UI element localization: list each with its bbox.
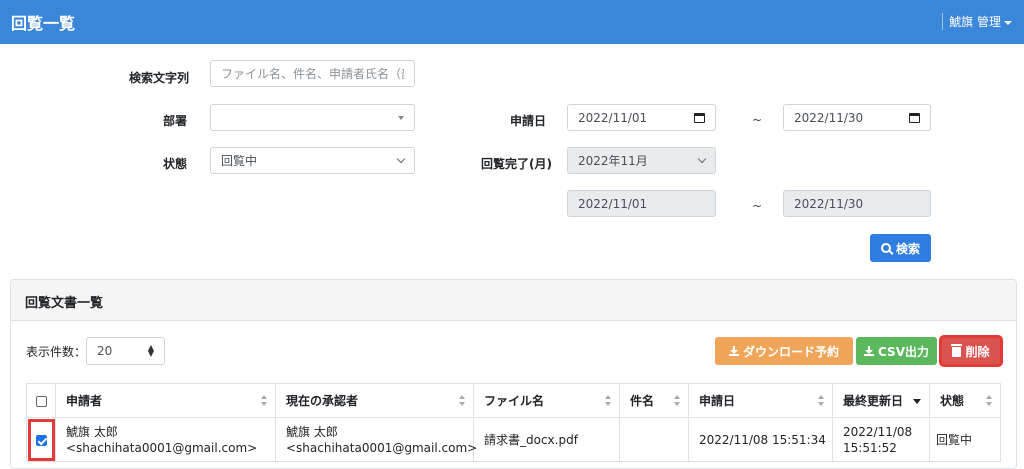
keyword-placeholder: ファイル名、件名、申請者氏名（部分: [221, 67, 404, 81]
table-row[interactable]: 鯱旗 太郎 <shachihata0001@gmail.com> 鯱旗 太郎 <…: [26, 417, 1001, 462]
file-cell[interactable]: 請求書_docx.pdf: [473, 417, 620, 462]
status-select[interactable]: 回覧中: [210, 147, 415, 174]
approver-email: <shachihata0001@gmail.com>: [286, 440, 478, 455]
table-header-row: 申請者 現在の承認者 ファイル名 件名 申請日 最終更新日 状態: [26, 383, 1001, 418]
column-header-subject[interactable]: 件名: [619, 383, 689, 418]
select-all-cell: [26, 383, 56, 418]
document-table: 申請者 現在の承認者 ファイル名 件名 申請日 最終更新日 状態 鯱旗 太郎 <…: [26, 383, 1001, 462]
complete-month-label: 回覧完了(月): [481, 157, 552, 171]
updated-time: 15:51:52: [843, 440, 897, 455]
dept-select[interactable]: [210, 104, 415, 131]
status-value: 回覧中: [221, 154, 258, 168]
chevron-down-icon: [396, 154, 406, 163]
approver-name: 鯱旗 太郎: [286, 424, 338, 439]
range-separator: ~: [752, 113, 763, 127]
sort-icon: [261, 395, 267, 407]
complete-date-from: 2022/11/01: [567, 190, 716, 217]
trash-icon: [951, 344, 963, 357]
complete-month-select: 2022年11月: [567, 147, 716, 174]
updated-date: 2022/11/08: [843, 424, 913, 439]
chevron-down-icon: [1004, 20, 1012, 25]
sort-icon: [986, 395, 992, 407]
column-header-file[interactable]: ファイル名: [473, 383, 620, 418]
page-title: 回覧一覧: [11, 14, 76, 33]
apply-date-to[interactable]: 2022/11/30: [783, 104, 931, 131]
calendar-icon[interactable]: [694, 112, 705, 123]
csv-button-label: CSV出力: [878, 344, 929, 359]
dept-label: 部署: [163, 114, 188, 128]
keyword-input[interactable]: ファイル名、件名、申請者氏名（部分: [210, 60, 415, 87]
row-select-cell: [26, 417, 56, 462]
chevron-down-icon: [697, 154, 707, 163]
column-label: 件名: [630, 394, 655, 408]
apply-date-cell: 2022/11/08 15:51:34: [688, 417, 833, 462]
apply-date-to-value: 2022/11/30: [794, 110, 864, 125]
applicant-cell: 鯱旗 太郎 <shachihata0001@gmail.com>: [55, 417, 276, 462]
page-size-value: 20: [97, 344, 113, 358]
page-size-label: 表示件数：: [26, 345, 87, 359]
user-name: 鯱旗 管理: [949, 15, 1001, 29]
select-all-checkbox[interactable]: [35, 395, 47, 407]
sort-icon: [818, 395, 824, 407]
user-menu[interactable]: 鯱旗 管理: [942, 13, 1012, 30]
search-button-label: 検索: [895, 241, 920, 256]
column-label: 最終更新日: [843, 394, 904, 408]
column-header-updated[interactable]: 最終更新日: [832, 383, 930, 418]
column-header-apply-date[interactable]: 申請日: [688, 383, 833, 418]
download-icon: [728, 346, 739, 356]
sort-icon: [605, 395, 611, 407]
column-header-status[interactable]: 状態: [929, 383, 1001, 418]
dropdown-arrow-icon: [398, 115, 404, 120]
csv-export-button[interactable]: CSV出力: [856, 337, 937, 365]
column-header-applicant[interactable]: 申請者: [55, 383, 276, 418]
search-icon: [880, 243, 891, 253]
sort-arrows-icon: ▲ ▼: [147, 343, 154, 358]
calendar-icon[interactable]: [909, 112, 920, 123]
column-label: 申請者: [66, 394, 103, 408]
complete-date-to-value: 2022/11/30: [794, 196, 864, 211]
download-reserve-button[interactable]: ダウンロード予約: [715, 337, 853, 365]
range-separator: ~: [752, 199, 763, 213]
page-size-select[interactable]: 20 ▲ ▼: [86, 337, 165, 365]
delete-button[interactable]: 削除: [939, 335, 1003, 367]
sort-icon: [459, 395, 465, 407]
sort-desc-icon: [913, 399, 921, 404]
complete-date-from-value: 2022/11/01: [578, 196, 648, 211]
column-label: ファイル名: [484, 394, 545, 408]
apply-date-from-value: 2022/11/01: [578, 110, 648, 125]
complete-month-value: 2022年11月: [578, 154, 648, 168]
column-label: 現在の承認者: [286, 394, 359, 408]
status-cell: 回覧中: [929, 417, 1001, 462]
card-title: 回覧文書一覧: [11, 280, 1016, 321]
column-label: 申請日: [699, 394, 736, 408]
download-button-label: ダウンロード予約: [742, 344, 839, 359]
complete-date-to: 2022/11/30: [783, 190, 931, 217]
applicant-name: 鯱旗 太郎: [66, 424, 118, 439]
subject-cell: [619, 417, 689, 462]
applicant-email: <shachihata0001@gmail.com>: [66, 440, 258, 455]
column-label: 状態: [940, 394, 965, 408]
sort-icon: [674, 395, 680, 407]
download-icon: [864, 346, 875, 356]
delete-button-label: 削除: [965, 344, 990, 359]
column-header-approver[interactable]: 現在の承認者: [275, 383, 474, 418]
updated-cell: 2022/11/08 15:51:52: [832, 417, 930, 462]
row-checkbox[interactable]: [35, 434, 47, 446]
top-navbar: 回覧一覧 鯱旗 管理: [0, 0, 1024, 44]
search-button[interactable]: 検索: [870, 234, 931, 262]
keyword-label: 検索文字列: [129, 71, 190, 85]
status-label: 状態: [163, 157, 188, 171]
apply-date-label: 申請日: [510, 114, 547, 128]
approver-cell: 鯱旗 太郎 <shachihata0001@gmail.com>: [275, 417, 478, 462]
apply-date-from[interactable]: 2022/11/01: [567, 104, 716, 131]
